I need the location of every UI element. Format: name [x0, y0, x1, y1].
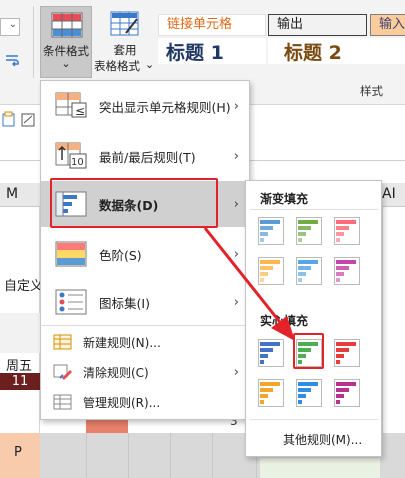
new-rule-icon — [53, 334, 72, 350]
menu-item-label: 清除规则(C) — [83, 365, 149, 380]
cell-p[interactable]: P — [14, 445, 22, 460]
grid-line — [170, 433, 171, 478]
menu-item-label: 最前/最后规则(T) — [99, 149, 196, 165]
svg-text:10: 10 — [71, 157, 84, 168]
menu-item-manage-rules[interactable]: 管理规则(R)... — [41, 387, 249, 417]
format-as-table-label-2: 表格格式 — [94, 59, 140, 73]
cell-custom[interactable]: 自定义 — [4, 275, 43, 294]
menu-item-clear-rules[interactable]: 清除规则(C) › — [41, 357, 249, 387]
column-header-ai[interactable]: AI — [382, 186, 396, 202]
menu-item-label: 管理规则(R)... — [83, 395, 161, 410]
grid-line — [128, 433, 129, 478]
red-arrow-annotation — [203, 227, 295, 341]
cell-shaded — [0, 313, 40, 353]
ribbon-separator — [33, 6, 34, 78]
clear-rules-icon — [53, 364, 72, 380]
style-link-cell[interactable]: 链接单元格 — [158, 14, 266, 36]
format-as-table-button[interactable]: 套用 表格格式 ⌄ — [94, 6, 155, 78]
menu-item-label: 新建规则(N)... — [83, 335, 161, 350]
format-as-table-label-1: 套用 — [113, 43, 137, 57]
style-input[interactable]: 输入 — [370, 14, 405, 36]
gradient-fill-purple-icon[interactable] — [334, 257, 360, 285]
chevron-right-icon: › — [233, 364, 239, 380]
solid-fill-lightblue-icon[interactable] — [296, 379, 322, 407]
menu-item-label: 突出显示单元格规则(H) — [99, 99, 231, 115]
gradient-fill-orange-icon[interactable] — [258, 257, 284, 285]
gradient-fill-lightblue-icon[interactable] — [296, 257, 322, 285]
submenu-separator — [250, 419, 378, 420]
style-heading-1[interactable]: 标题 1 — [158, 38, 266, 64]
submenu-separator — [250, 209, 378, 210]
gradient-fill-red-icon[interactable] — [334, 217, 360, 245]
chevron-down-icon: ⌄ — [8, 19, 17, 30]
chevron-right-icon: › — [233, 148, 239, 164]
conditional-format-icon — [51, 12, 83, 38]
cell-salmon — [86, 420, 128, 434]
svg-text:≤: ≤ — [75, 104, 85, 118]
column-header-m[interactable]: M — [6, 186, 18, 202]
solid-fill-blue-icon[interactable] — [258, 339, 284, 367]
conditional-format-button[interactable]: 条件格式 ⌄ — [40, 6, 92, 78]
menu-item-label: 图标集(I) — [99, 295, 150, 311]
font-size-box[interactable]: ⌄ — [0, 18, 20, 36]
menu-item-highlight-cells[interactable]: ≤ 突出显示单元格规则(H) › — [41, 83, 249, 129]
solid-fill-purple-icon[interactable] — [334, 379, 360, 407]
more-rules-item[interactable]: 其他规则(M)... — [283, 431, 362, 448]
icon-sets-icon — [55, 289, 87, 315]
color-scales-icon — [55, 241, 87, 267]
solid-fill-red-icon[interactable] — [334, 339, 360, 367]
menu-item-top-bottom[interactable]: 10 最前/最后规则(T) › — [41, 133, 249, 179]
grid-line — [212, 433, 213, 478]
chevron-down-icon: ⌄ — [145, 58, 155, 71]
format-as-table-icon — [110, 11, 139, 36]
highlight-box-data-bars — [50, 178, 218, 228]
manage-rules-icon — [53, 394, 72, 410]
chevron-down-icon: ⌄ — [61, 57, 71, 70]
grid-line — [86, 433, 87, 478]
cell-data-bar — [260, 458, 380, 478]
solid-fill-green-icon[interactable] — [296, 339, 322, 367]
menu-item-label: 色阶(S) — [99, 247, 142, 263]
wrap-text-icon[interactable] — [4, 52, 22, 68]
gradient-fill-green-icon[interactable] — [296, 217, 322, 245]
style-output[interactable]: 输出 — [268, 14, 367, 36]
chevron-right-icon: › — [233, 98, 239, 114]
chevron-right-icon: › — [233, 196, 239, 212]
cell-friday[interactable]: 周五 — [6, 355, 32, 374]
quick-access-icons[interactable] — [2, 111, 38, 129]
top-bottom-rules-icon: 10 — [55, 142, 87, 169]
gradient-fill-header: 渐变填充 — [260, 192, 309, 206]
cell-11[interactable]: 11 — [0, 373, 40, 390]
gradient-fill-blue-icon[interactable] — [258, 217, 284, 245]
style-heading-2[interactable]: 标题 2 — [268, 38, 405, 64]
column-ai-cells[interactable] — [382, 207, 405, 433]
highlight-cells-rules-icon: ≤ — [55, 92, 87, 118]
solid-fill-orange-icon[interactable] — [258, 379, 284, 407]
styles-group-caption: 样式 — [360, 84, 383, 98]
